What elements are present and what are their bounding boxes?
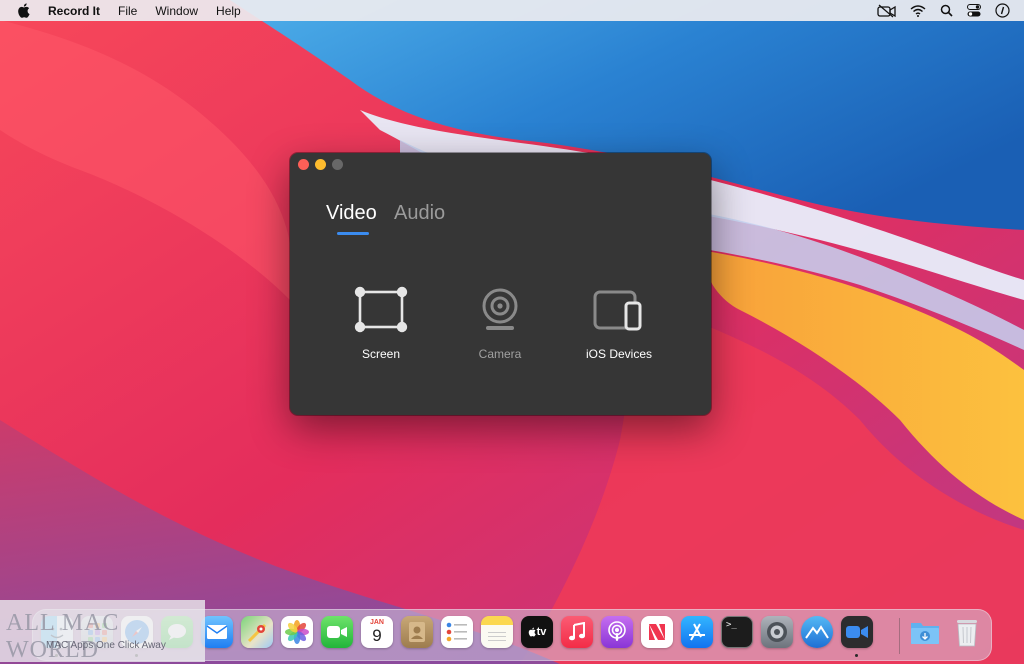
search-icon[interactable] — [940, 4, 953, 17]
video-slash-icon[interactable] — [877, 4, 896, 18]
system-preferences-icon[interactable] — [761, 616, 793, 648]
watermark-title: ALL MAC WORLD — [6, 610, 120, 663]
terminal-label: >_ — [726, 620, 737, 630]
watermark: ALL MAC WORLD MAC Apps One Click Away — [0, 600, 205, 663]
control-center-icon[interactable] — [967, 4, 981, 17]
dock-separator — [899, 618, 900, 654]
menu-help[interactable]: Help — [216, 4, 241, 18]
wifi-icon[interactable] — [910, 4, 926, 17]
calendar-icon[interactable]: JAN 9 — [361, 616, 393, 648]
menu-bar: Record It File Window Help — [0, 0, 1024, 21]
tab-audio[interactable]: Audio — [394, 202, 445, 225]
mountain-app-icon[interactable] — [801, 616, 833, 648]
app-store-icon[interactable] — [681, 616, 713, 648]
active-tab-indicator — [337, 232, 369, 235]
siri-info-icon[interactable] — [995, 3, 1010, 18]
notes-icon[interactable] — [481, 616, 513, 648]
menu-window[interactable]: Window — [155, 4, 198, 18]
apple-tv-icon[interactable]: tv — [521, 616, 553, 648]
record-it-window: Video Audio Screen Camera iOS Devices — [290, 153, 711, 415]
menu-app-name[interactable]: Record It — [48, 4, 100, 18]
terminal-icon[interactable]: >_ — [721, 616, 753, 648]
window-close-button[interactable] — [298, 159, 309, 170]
screen-source-button[interactable]: Screen — [331, 286, 431, 366]
tab-video[interactable]: Video — [326, 202, 377, 225]
screen-selection-icon — [331, 286, 431, 334]
calendar-day: 9 — [372, 626, 382, 645]
camera-source-label: Camera — [478, 347, 522, 361]
apple-tv-label: tv — [536, 626, 547, 638]
contacts-icon[interactable] — [401, 616, 433, 648]
ios-devices-source-button[interactable]: iOS Devices — [569, 286, 669, 366]
window-zoom-button[interactable] — [332, 159, 343, 170]
screen-source-label: Screen — [361, 347, 401, 361]
camera-source-button[interactable]: Camera — [450, 286, 550, 366]
photos-icon[interactable] — [281, 616, 313, 648]
music-icon[interactable] — [561, 616, 593, 648]
maps-icon[interactable] — [241, 616, 273, 648]
apple-icon[interactable] — [17, 3, 31, 19]
reminders-icon[interactable] — [441, 616, 473, 648]
record-it-icon[interactable] — [841, 616, 873, 648]
news-icon[interactable] — [641, 616, 673, 648]
downloads-folder-icon[interactable] — [909, 616, 941, 648]
ios-devices-source-label: iOS Devices — [585, 347, 653, 361]
window-minimize-button[interactable] — [315, 159, 326, 170]
trash-icon[interactable] — [951, 616, 983, 648]
mail-icon[interactable] — [201, 616, 233, 648]
menu-file[interactable]: File — [118, 4, 137, 18]
ios-device-icon — [569, 286, 669, 334]
podcasts-icon[interactable] — [601, 616, 633, 648]
facetime-icon[interactable] — [321, 616, 353, 648]
webcam-icon — [450, 286, 550, 334]
watermark-subtitle: MAC Apps One Click Away — [46, 640, 166, 651]
menu-status-area — [877, 0, 1024, 21]
record-it-running-indicator — [855, 654, 858, 657]
